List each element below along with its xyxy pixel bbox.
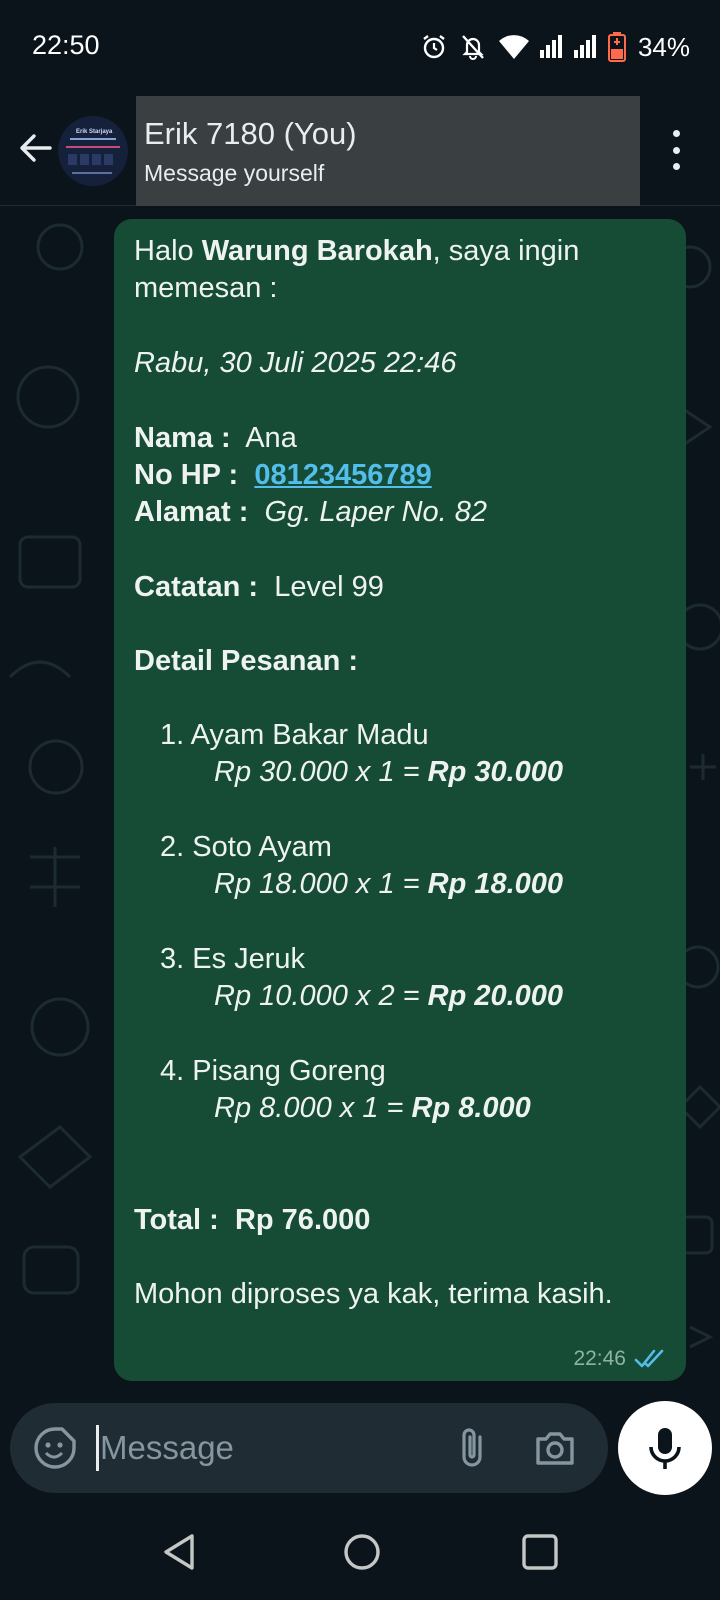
order-item-price: Rp 18.000 x 1 = Rp 18.000 bbox=[214, 868, 563, 901]
order-item-name: 4. Pisang Goreng bbox=[160, 1055, 386, 1087]
phone-link[interactable]: 08123456789 bbox=[254, 459, 431, 491]
message-input-container[interactable] bbox=[10, 1403, 608, 1493]
sticker-icon bbox=[34, 1427, 76, 1469]
message-composer bbox=[0, 1401, 720, 1510]
chat-header: Erik Starjaya Erik 7180 (You) Message yo… bbox=[0, 96, 720, 206]
address-label: Alamat : bbox=[134, 496, 249, 528]
order-item-price: Rp 8.000 x 1 = Rp 8.000 bbox=[214, 1092, 531, 1125]
microphone-icon bbox=[649, 1428, 681, 1469]
wifi-icon bbox=[498, 35, 529, 59]
back-button[interactable] bbox=[14, 126, 58, 170]
contact-info[interactable]: Erik 7180 (You) Message yourself bbox=[136, 96, 640, 206]
battery-percentage: 34% bbox=[637, 31, 690, 62]
item-calc: Rp 8.000 x 1 = bbox=[214, 1092, 412, 1124]
avatar-graphic bbox=[104, 154, 113, 165]
address-row: Alamat : Gg. Laper No. 82 bbox=[134, 496, 487, 529]
closing-text: Mohon diproses ya kak, terima kasih. bbox=[134, 1278, 613, 1310]
order-item-price: Rp 10.000 x 2 = Rp 20.000 bbox=[214, 980, 563, 1013]
item-calc: Rp 18.000 x 1 = bbox=[214, 868, 428, 900]
avatar-graphic bbox=[92, 154, 101, 165]
alarm-icon bbox=[423, 35, 445, 59]
order-item-name: 1. Ayam Bakar Madu bbox=[160, 719, 429, 751]
item-subtotal: Rp 30.000 bbox=[427, 756, 564, 788]
avatar-graphic bbox=[80, 154, 89, 165]
order-date: Rabu, 30 Juli 2025 22:46 bbox=[134, 347, 457, 379]
address-value: Gg. Laper No. 82 bbox=[264, 496, 488, 528]
total-label: Total : bbox=[134, 1204, 219, 1236]
message-meta: 22:46 bbox=[573, 1347, 668, 1371]
chat-area[interactable]: Halo Warung Barokah, saya ingin memesan … bbox=[0, 207, 720, 1403]
order-item-name: 2. Soto Ayam bbox=[160, 831, 332, 863]
more-vert-icon bbox=[672, 130, 680, 137]
avatar-graphic bbox=[72, 172, 112, 174]
attach-button[interactable] bbox=[450, 1425, 496, 1471]
status-bar: 22:50 34% bbox=[0, 0, 720, 96]
name-row: Nama : Ana bbox=[134, 422, 297, 455]
note-value: Level 99 bbox=[274, 571, 384, 603]
item-calc: Rp 30.000 x 1 = bbox=[214, 756, 428, 788]
order-item-price: Rp 30.000 x 1 = Rp 30.000 bbox=[214, 756, 563, 789]
name-value: Ana bbox=[245, 422, 297, 454]
contact-name: Erik 7180 (You) bbox=[144, 116, 357, 151]
note-row: Catatan : Level 99 bbox=[134, 571, 384, 604]
item-subtotal: Rp 20.000 bbox=[427, 980, 564, 1012]
avatar[interactable]: Erik Starjaya bbox=[58, 116, 128, 186]
signal-icon bbox=[573, 35, 596, 58]
notifications-off-icon bbox=[462, 35, 484, 60]
nav-home-button[interactable] bbox=[340, 1530, 384, 1574]
order-item-name: 3. Es Jeruk bbox=[160, 943, 306, 975]
item-calc: Rp 10.000 x 2 = bbox=[214, 980, 428, 1012]
avatar-graphic bbox=[70, 138, 116, 140]
order-details-label: Detail Pesanan : bbox=[134, 645, 359, 677]
total-value: Rp 76.000 bbox=[234, 1204, 371, 1236]
camera-icon bbox=[536, 1432, 574, 1465]
message-input[interactable] bbox=[100, 1421, 430, 1475]
text-cursor bbox=[96, 1425, 99, 1471]
status-icons: 34% bbox=[420, 30, 690, 64]
message-time: 22:46 bbox=[573, 1347, 626, 1370]
more-vert-icon bbox=[672, 163, 680, 170]
store-name: Warung Barokah bbox=[201, 235, 433, 267]
avatar-graphic bbox=[66, 146, 120, 148]
greeting-text: Halo bbox=[134, 235, 202, 267]
status-time: 22:50 bbox=[32, 30, 100, 60]
contact-status: Message yourself bbox=[144, 160, 325, 186]
message-bubble[interactable]: Halo Warung Barokah, saya ingin memesan … bbox=[114, 219, 686, 1381]
more-options-button[interactable] bbox=[666, 130, 686, 170]
total-row: Total : Rp 76.000 bbox=[134, 1204, 370, 1237]
phone-label: No HP : bbox=[134, 459, 239, 491]
circle-home-icon bbox=[344, 1534, 380, 1570]
nav-back-button[interactable] bbox=[158, 1530, 202, 1574]
avatar-graphic bbox=[68, 154, 77, 165]
triangle-back-icon bbox=[164, 1534, 194, 1570]
avatar-caption: Erik Starjaya bbox=[76, 129, 113, 135]
more-vert-icon bbox=[672, 146, 680, 154]
signal-icon bbox=[539, 35, 562, 58]
arrow-back-icon bbox=[20, 134, 52, 162]
double-check-read-icon bbox=[634, 1349, 664, 1368]
name-label: Nama : bbox=[134, 422, 231, 454]
sticker-button[interactable] bbox=[32, 1425, 78, 1471]
greeting-text: , saya ingin bbox=[432, 235, 580, 267]
system-navigation-bar bbox=[0, 1510, 720, 1600]
voice-message-button[interactable] bbox=[618, 1401, 712, 1495]
nav-recents-button[interactable] bbox=[518, 1530, 562, 1574]
greeting-line: Halo Warung Barokah, saya ingin bbox=[134, 235, 579, 268]
phone-row: No HP : 08123456789 bbox=[134, 459, 432, 492]
note-label: Catatan : bbox=[134, 571, 259, 603]
item-subtotal: Rp 18.000 bbox=[427, 868, 564, 900]
attach-file-icon bbox=[462, 1428, 482, 1467]
greeting-line-2: memesan : bbox=[134, 272, 278, 304]
item-subtotal: Rp 8.000 bbox=[411, 1092, 531, 1124]
camera-button[interactable] bbox=[532, 1425, 578, 1471]
square-recents-icon bbox=[522, 1534, 558, 1570]
battery-icon bbox=[607, 32, 626, 62]
